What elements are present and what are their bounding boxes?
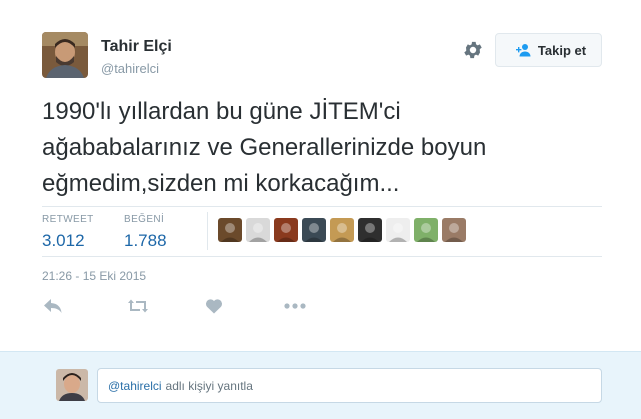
current-user-avatar [56,369,88,401]
follow-button[interactable]: Takip et [495,33,602,67]
more-icon[interactable] [282,303,308,309]
gear-icon[interactable] [462,39,484,61]
timestamp[interactable]: 21:26 - 15 Eki 2015 [42,269,146,283]
liker-avatar[interactable] [442,218,466,242]
add-user-icon [515,44,531,57]
author-handle[interactable]: @tahirelci [101,61,159,76]
tweet-line: 1990'lı yıllardan bu güne JİTEM'ci [42,98,401,125]
liker-avatar[interactable] [414,218,438,242]
divider [42,256,602,257]
reply-mention: @tahirelci [108,378,162,393]
reply-input[interactable]: @tahirelci adlı kişiyi yanıtla [97,368,602,403]
liker-avatar[interactable] [358,218,382,242]
reply-area: @tahirelci adlı kişiyi yanıtla [0,351,641,419]
tweet-line: eğmedim,sizden mi korkacağım... [42,170,400,197]
reply-icon[interactable] [42,298,64,314]
liker-avatars [218,218,466,242]
like-icon[interactable] [203,298,225,314]
retweet-count: 3.012 [42,231,85,250]
tweet-text: 1990'lı yıllardan bu güne JİTEM'ci ağaba… [42,94,612,202]
tweet-line: ağababalarınız ve Generallerinizde boyun [42,134,487,161]
divider [207,212,208,250]
liker-avatar[interactable] [218,218,242,242]
liker-avatar[interactable] [330,218,354,242]
liker-avatar[interactable] [302,218,326,242]
like-label: BEĞENİ [124,214,165,225]
like-stat[interactable]: BEĞENİ 1.788 [124,214,167,251]
author-avatar[interactable] [42,32,88,78]
retweet-label: RETWEET [42,214,94,225]
like-count: 1.788 [124,231,167,250]
action-bar [42,298,308,314]
reply-placeholder: adlı kişiyi yanıtla [165,378,253,393]
retweet-stat[interactable]: RETWEET 3.012 [42,214,94,251]
retweet-icon[interactable] [123,298,153,314]
liker-avatar[interactable] [274,218,298,242]
liker-avatar[interactable] [246,218,270,242]
liker-avatar[interactable] [386,218,410,242]
author-name[interactable]: Tahir Elçi [101,38,172,56]
divider [42,206,602,207]
tweet-card: Tahir Elçi @tahirelci Takip et 1990'lı y… [0,0,641,351]
follow-label: Takip et [537,42,587,58]
